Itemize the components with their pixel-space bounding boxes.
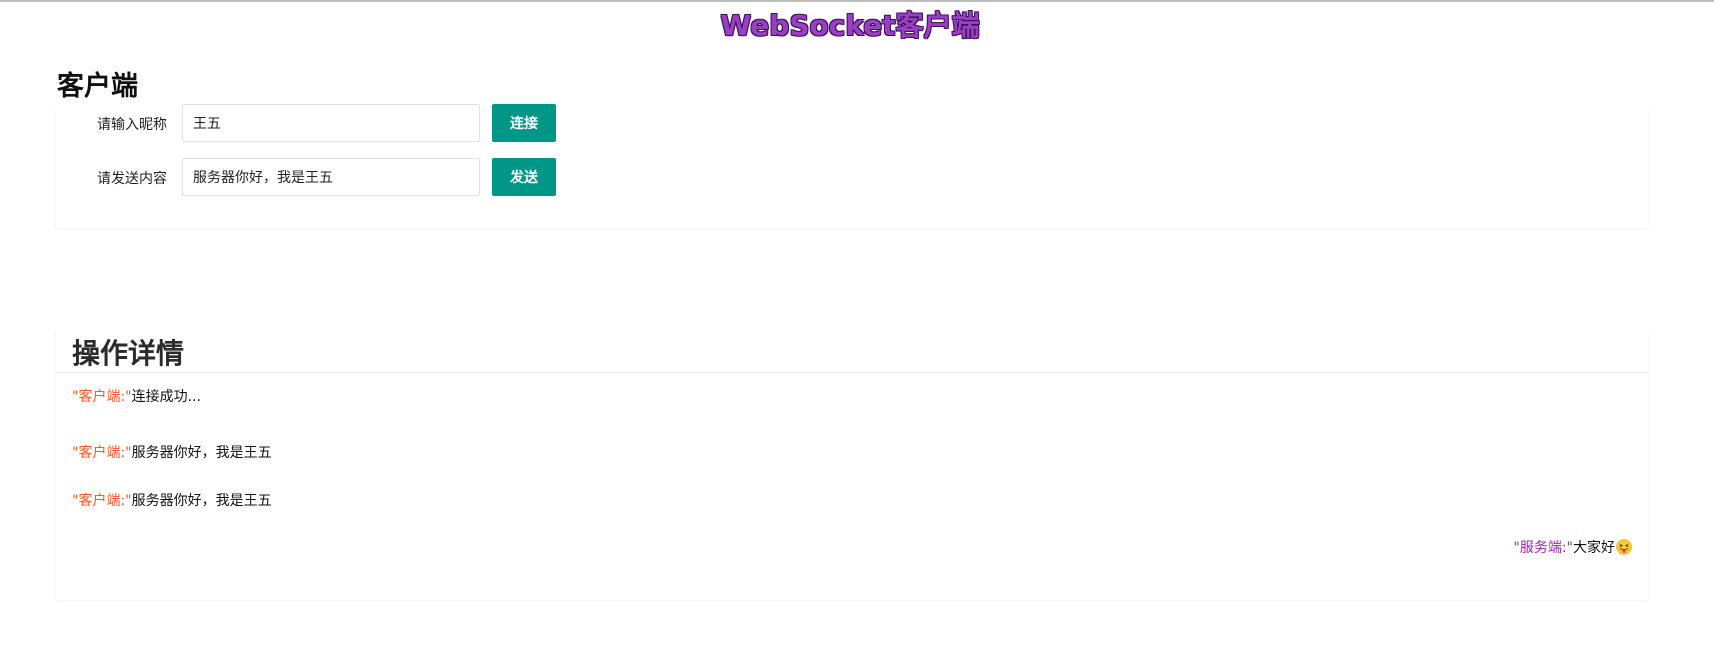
message-text: 连接成功... — [131, 389, 201, 405]
content-row: 请发送内容 发送 — [56, 158, 756, 196]
send-button[interactable]: 发送 — [492, 158, 556, 196]
message-text: 服务器你好，我是王五 — [131, 445, 272, 461]
page-title: WebSocket客户端 — [720, 9, 980, 42]
nickname-row: 请输入昵称 连接 — [56, 104, 756, 142]
content-label: 请发送内容 — [97, 171, 167, 187]
client-form-panel: 请输入昵称 连接 请发送内容 发送 — [56, 104, 1648, 228]
log-message: "客户端:"服务器你好，我是王五 — [72, 490, 272, 510]
connect-button[interactable]: 连接 — [492, 104, 556, 142]
message-text: 大家好 — [1573, 540, 1615, 556]
browser-top-border — [0, 0, 1714, 2]
nickname-label: 请输入昵称 — [97, 117, 167, 133]
client-tag: "客户端:" — [72, 493, 132, 509]
log-message: "服务端:"大家好 — [1513, 537, 1632, 557]
client-section-heading: 客户端 — [57, 71, 138, 102]
log-message: "客户端:"服务器你好，我是王五 — [72, 442, 272, 462]
log-heading: 操作详情 — [72, 337, 185, 370]
log-divider — [56, 372, 1648, 373]
nickname-input[interactable] — [182, 104, 480, 142]
client-tag: "客户端:" — [72, 389, 132, 405]
content-input[interactable] — [182, 158, 480, 196]
message-text: 服务器你好，我是王五 — [131, 493, 272, 509]
operation-log-panel: 操作详情 "客户端:"连接成功... "客户端:"服务器你好，我是王五 "客户端… — [56, 330, 1648, 600]
server-tag: "服务端:" — [1513, 540, 1573, 556]
client-tag: "客户端:" — [72, 445, 132, 461]
tongue-out-emoji-icon — [1616, 539, 1632, 555]
log-message: "客户端:"连接成功... — [72, 386, 201, 406]
